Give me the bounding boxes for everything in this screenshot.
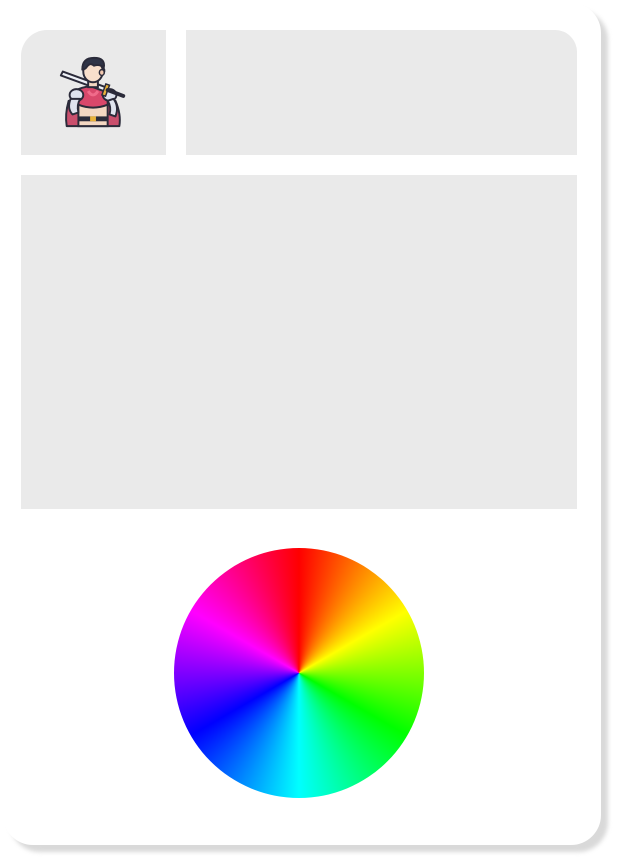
main-content-panel [21, 175, 577, 509]
character-info-panel [186, 30, 577, 155]
color-wheel[interactable] [174, 548, 424, 798]
character-card [3, 3, 601, 845]
page [0, 0, 621, 860]
avatar-panel[interactable] [21, 30, 166, 155]
knight-with-sword-icon [59, 56, 126, 128]
